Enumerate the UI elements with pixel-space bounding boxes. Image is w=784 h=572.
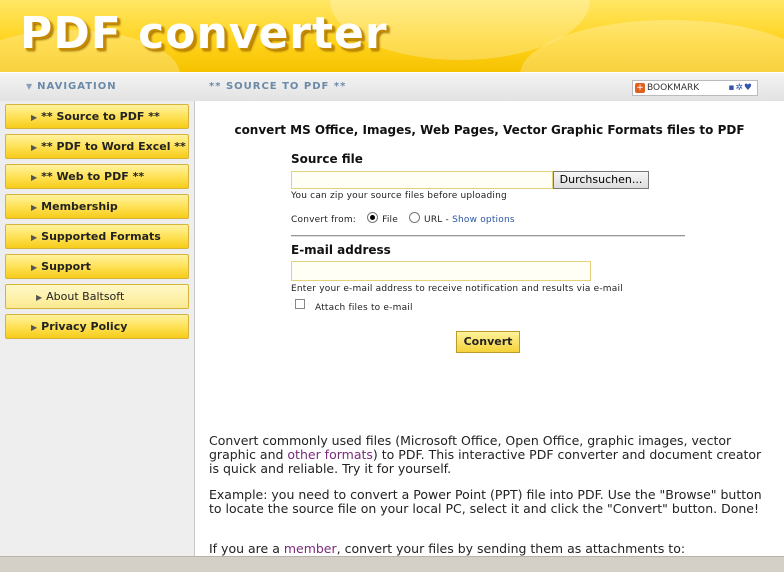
source-file-label: Source file [291,152,363,166]
sidebar-item-source-to-pdf[interactable]: ▶ ** Source to PDF ** [5,104,189,129]
site-logo[interactable]: PDF converter [20,8,388,59]
example-paragraph: Example: you need to convert a Power Poi… [209,487,762,516]
breadcrumb: ** SOURCE TO PDF ** [209,81,347,92]
page-title: convert MS Office, Images, Web Pages, Ve… [234,123,745,137]
sidebar-item-label: About Baltsoft [46,290,125,303]
email-label: E-mail address [291,243,391,257]
show-options-link[interactable]: Show options [452,215,515,225]
window-bottom-edge [0,556,784,572]
sidebar-item-label: Membership [41,200,118,213]
zip-hint: You can zip your source files before upl… [291,191,507,201]
sidebar: ▶ ** Source to PDF ** ▶ ** PDF to Word Exc… [0,101,195,571]
sidebar-item-support[interactable]: ▶ Support [5,254,189,279]
divider [291,235,685,237]
top-bar: ▼ NAVIGATION ** SOURCE TO PDF ** + BOOKMAR… [0,72,784,102]
sidebar-item-about-baltsoft[interactable]: ▶ About Baltsoft [5,284,189,309]
sidebar-item-membership[interactable]: ▶ Membership [5,194,189,219]
member-text-a: If you are a [209,541,284,556]
source-file-input[interactable] [291,171,553,189]
chevron-down-icon: ▼ [26,82,34,91]
sidebar-item-label: Supported Formats [41,230,161,243]
convert-button[interactable]: Convert [456,331,520,353]
url-radio-label: URL - [424,215,449,225]
triangle-right-icon: ▶ [31,263,38,272]
plus-icon: + [635,83,645,93]
sidebar-item-label: ** Source to PDF ** [41,110,160,123]
sidebar-item-label: ** PDF to Word Excel ** [41,140,186,153]
bookmark-button[interactable]: + BOOKMARK ▪✲♥ [632,80,758,96]
social-bookmark-icons: ▪✲♥ [728,83,753,93]
sidebar-item-privacy-policy[interactable]: ▶ Privacy Policy [5,314,189,339]
member-paragraph: If you are a member, convert your files … [209,542,769,556]
site-header: PDF converter [0,0,784,72]
member-link[interactable]: member [284,541,337,556]
sidebar-item-pdf-to-word-excel[interactable]: ▶ ** PDF to Word Excel ** [5,134,189,159]
sidebar-item-web-to-pdf[interactable]: ▶ ** Web to PDF ** [5,164,189,189]
member-text-b: , convert your files by sending them as … [336,541,686,556]
file-radio-label: File [382,215,398,225]
url-radio[interactable] [409,212,421,223]
convert-from-label: Convert from: [291,215,357,225]
triangle-right-icon: ▶ [31,173,38,182]
triangle-right-icon: ▶ [31,233,38,242]
attach-files-checkbox[interactable] [295,299,305,309]
convert-from-row: Convert from: File URL - Show options [291,212,515,225]
other-formats-link[interactable]: other formats [287,447,373,462]
sidebar-item-label: Privacy Policy [41,320,128,333]
triangle-right-icon: ▶ [31,143,38,152]
main-content: convert MS Office, Images, Web Pages, Ve… [195,101,784,556]
attach-files-label: Attach files to e-mail [315,303,413,313]
navigation-heading-label: NAVIGATION [37,81,117,92]
triangle-right-icon: ▶ [31,113,38,122]
triangle-right-icon: ▶ [36,293,43,302]
browse-button[interactable]: Durchsuchen... [553,171,649,189]
sidebar-item-supported-formats[interactable]: ▶ Supported Formats [5,224,189,249]
file-radio[interactable] [367,212,379,223]
email-hint: Enter your e-mail address to receive not… [291,284,623,294]
intro-paragraph: Convert commonly used files (Microsoft O… [209,434,769,476]
email-field[interactable] [291,261,591,281]
navigation-heading: ▼ NAVIGATION [26,81,117,92]
sidebar-item-label: Support [41,260,91,273]
sidebar-item-label: ** Web to PDF ** [41,170,145,183]
triangle-right-icon: ▶ [31,323,38,332]
triangle-right-icon: ▶ [31,203,38,212]
bookmark-label: BOOKMARK [647,83,700,93]
